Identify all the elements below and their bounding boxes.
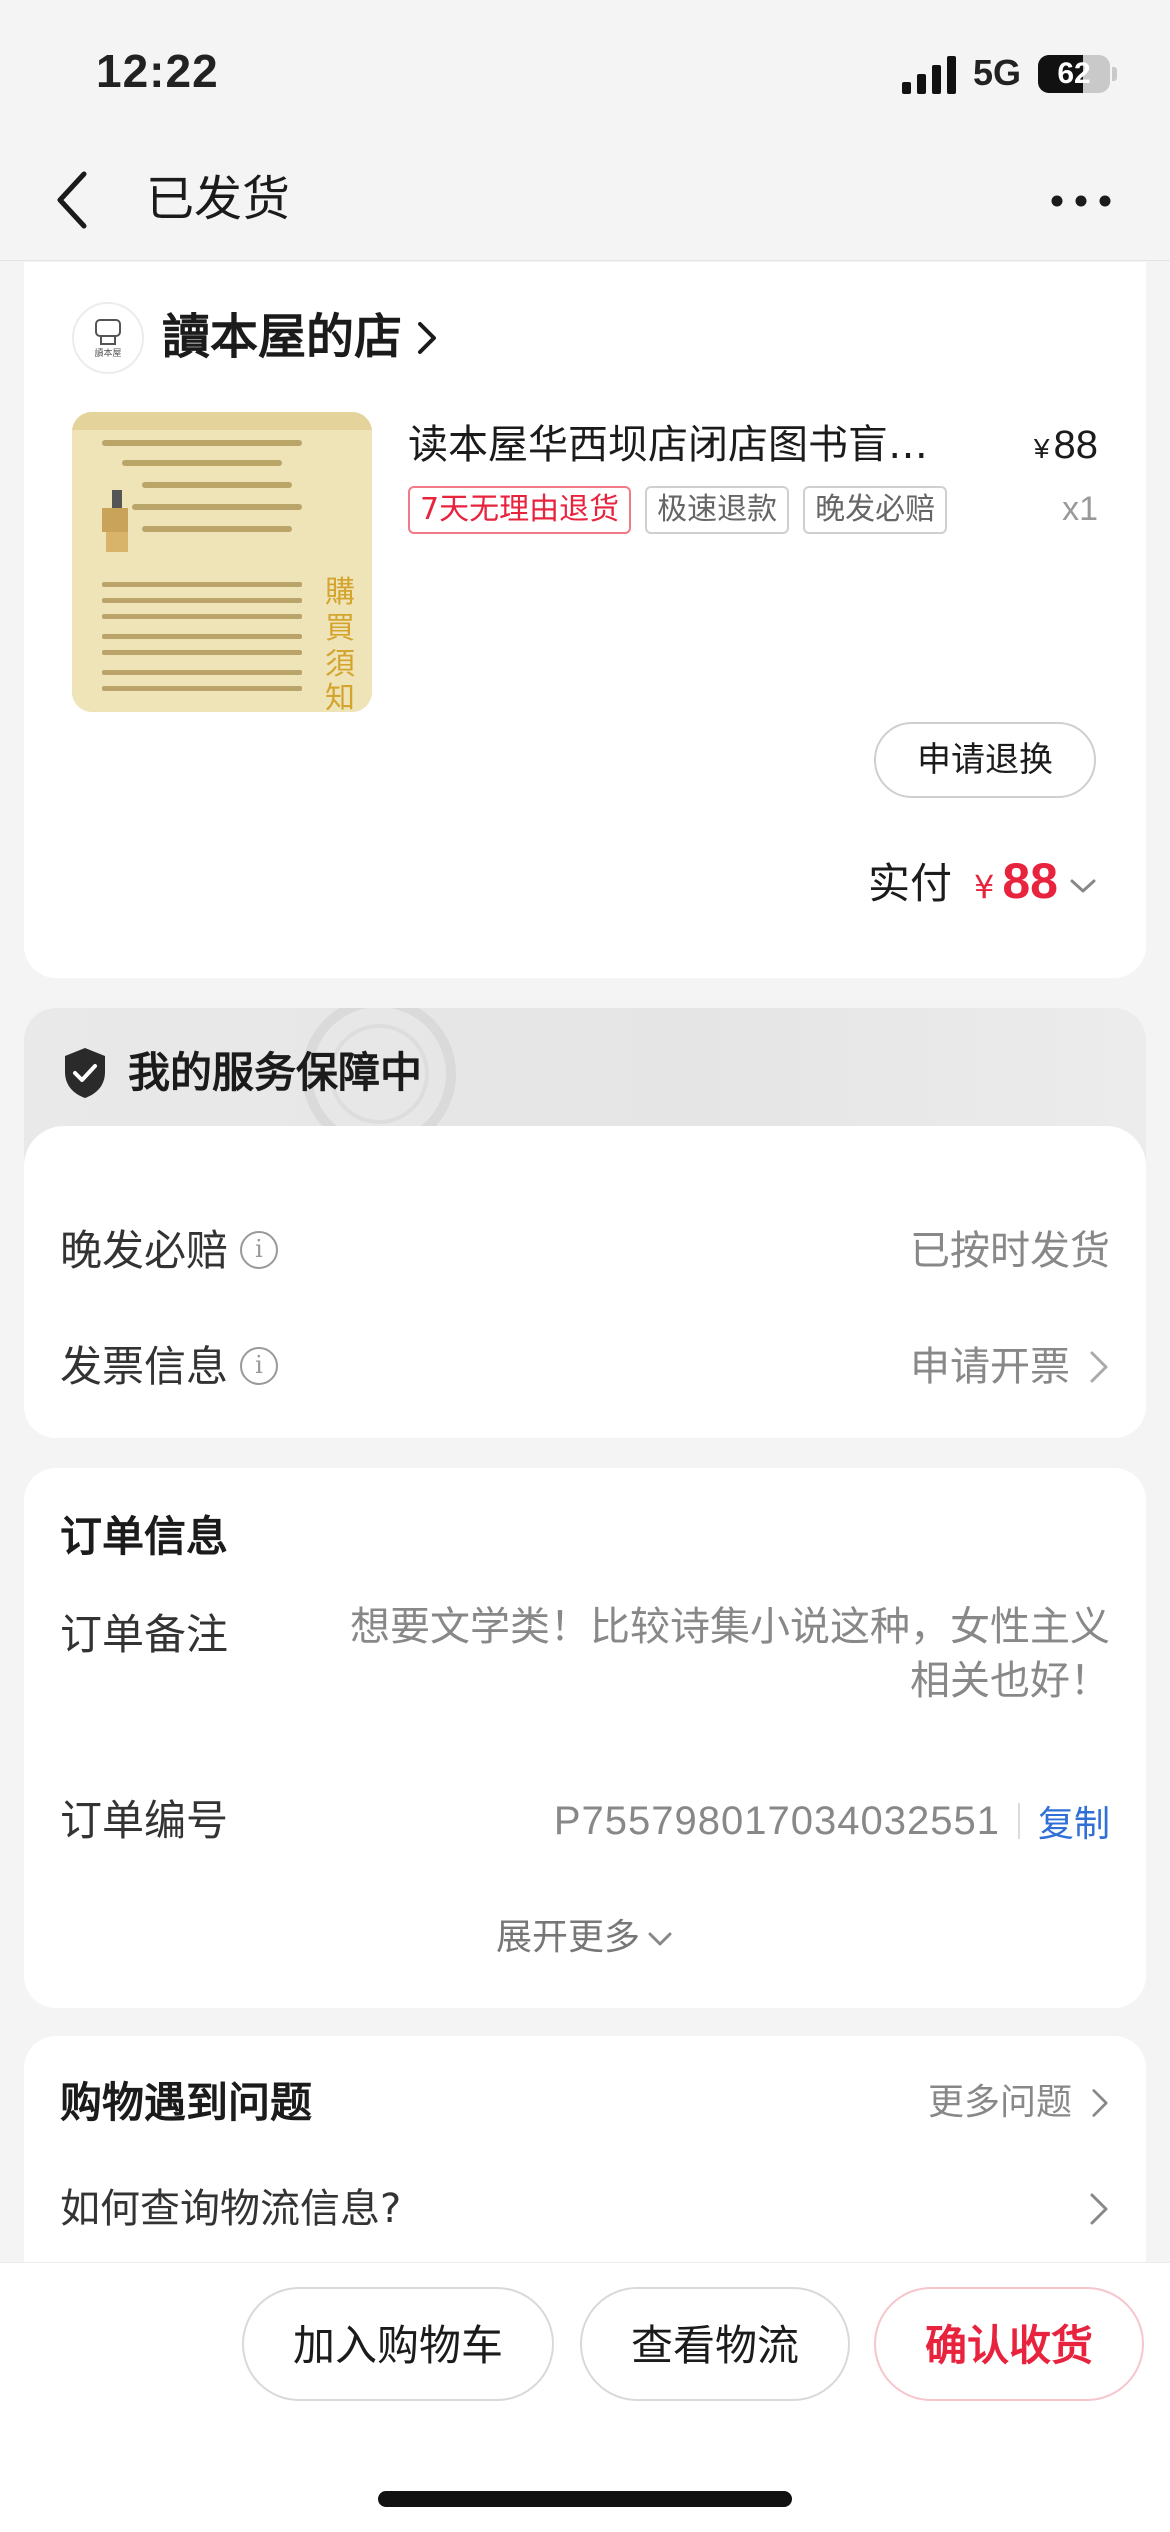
order-note-value: 想要文学类！比较诗集小说这种，女性主义相关也好！ <box>350 1604 1110 1704</box>
network-type: 5G <box>973 52 1022 93</box>
tag-late-compensation: 晚发必赔 <box>803 486 948 534</box>
order-number-row: 订单编号 P755798017034032551 复制 <box>60 1786 1110 1856</box>
row-label: 晚发必赔 i <box>60 1216 279 1286</box>
shipping-status: 已按时发货 <box>910 1228 1110 1274</box>
invoice-label: 发票信息 <box>60 1342 229 1391</box>
product-image-art: 購 買 須 知 <box>72 412 372 712</box>
divider <box>1017 1803 1020 1839</box>
chevron-right-icon <box>1092 2089 1108 2117</box>
order-note-label: 订单备注 <box>60 1610 229 1659</box>
product-image-caption: 購 <box>325 575 355 610</box>
paid-amount: 88 <box>1002 853 1058 909</box>
service-guarantee-card: 我的服务保障中 晚发必赔 i 已按时发货 发票信息 i 申请开票 <box>24 1008 1146 1438</box>
late-compensation-row[interactable]: 晚发必赔 i 已按时发货 <box>60 1216 1110 1286</box>
help-heading: 购物遇到问题 <box>60 2078 313 2127</box>
bottom-action-bar: 加入购物车 查看物流 确认收货 <box>0 2262 1170 2532</box>
help-question-item[interactable]: 如何查询物流信息? <box>60 2174 1110 2244</box>
more-questions-label: 更多问题 <box>927 2082 1072 2123</box>
tag-fast-refund: 极速退款 <box>645 486 790 534</box>
view-logistics-button[interactable]: 查看物流 <box>580 2287 850 2401</box>
svg-text:買: 買 <box>325 611 355 646</box>
price-value: 88 <box>1053 423 1099 467</box>
chevron-right-icon <box>1090 1351 1108 1383</box>
product-price: ¥88 <box>1034 414 1098 480</box>
product-tags: 7天无理由退货 极速退款 晚发必赔 <box>408 486 948 534</box>
info-icon[interactable]: i <box>240 1230 279 1269</box>
late-compensation-value: 已按时发货 <box>910 1216 1110 1286</box>
chevron-down-icon <box>1070 879 1096 893</box>
order-number-value-group: P755798017034032551 复制 <box>554 1786 1110 1856</box>
shop-logo[interactable]: 讀本屋 <box>72 302 144 374</box>
info-icon[interactable]: i <box>240 1346 279 1385</box>
chevron-left-icon[interactable] <box>48 162 118 238</box>
product-image[interactable]: 購 買 須 知 <box>72 412 372 712</box>
product-quantity: x1 <box>1062 490 1098 528</box>
price-symbol: ¥ <box>1033 433 1050 464</box>
service-title: 我的服务保障中 <box>128 1048 423 1097</box>
order-number-label: 订单编号 <box>60 1796 229 1845</box>
refund-exchange-button[interactable]: 申请退换 <box>874 722 1096 798</box>
apply-invoice-link[interactable]: 申请开票 <box>910 1332 1070 1402</box>
expand-more-button[interactable]: 展开更多 <box>24 1908 1146 1968</box>
service-body: 晚发必赔 i 已按时发货 发票信息 i 申请开票 <box>24 1126 1146 1438</box>
order-detail-page: 12:22 5G 62 已发货 讀本屋 讀本屋的店 購 買 須 知 读本屋华西坝… <box>0 0 1170 2532</box>
chevron-right-icon[interactable] <box>414 318 440 358</box>
battery-tip <box>1112 67 1117 81</box>
home-indicator[interactable] <box>378 2491 792 2507</box>
nav-bar: 已发货 <box>0 140 1170 261</box>
late-compensation-label: 晚发必赔 <box>60 1226 229 1275</box>
battery-level: 62 <box>1057 57 1091 90</box>
status-bar: 12:22 5G 62 <box>0 0 1170 140</box>
paid-amount-row[interactable]: 实付 ¥ 88 <box>868 850 1098 922</box>
shop-logo-icon: 讀本屋 <box>94 319 122 359</box>
tag-return-7days: 7天无理由退货 <box>408 486 632 534</box>
order-note-row: 订单备注 想要文学类！比较诗集小说这种，女性主义相关也好！ <box>60 1600 1110 1730</box>
page-title: 已发货 <box>146 171 291 227</box>
product-title[interactable]: 读本屋华西坝店闭店图书盲… <box>408 414 1008 476</box>
svg-text:須: 須 <box>325 647 355 682</box>
chevron-down-icon <box>648 1932 672 1946</box>
shield-icon <box>65 1048 105 1098</box>
add-to-cart-button[interactable]: 加入购物车 <box>242 2287 554 2401</box>
status-time: 12:22 <box>96 45 219 97</box>
battery-icon: 62 <box>1038 55 1110 93</box>
paid-symbol: ¥ <box>974 868 995 906</box>
row-label: 发票信息 i <box>60 1332 279 1402</box>
more-questions-link[interactable]: 更多问题 <box>928 2070 1110 2136</box>
shop-name[interactable]: 讀本屋的店 <box>162 302 402 372</box>
expand-more-label: 展开更多 <box>495 1917 640 1958</box>
copy-button[interactable]: 复制 <box>1038 1795 1110 1847</box>
order-info-card: 订单信息 订单备注 想要文学类！比较诗集小说这种，女性主义相关也好！ 订单编号 … <box>24 1468 1146 2008</box>
invoice-row[interactable]: 发票信息 i 申请开票 <box>60 1332 1110 1402</box>
paid-label: 实付 <box>868 859 953 908</box>
order-number-value: P755798017034032551 <box>553 1798 1000 1843</box>
confirm-receipt-button[interactable]: 确认收货 <box>874 2287 1144 2401</box>
invoice-value[interactable]: 申请开票 <box>910 1332 1110 1402</box>
order-info-heading: 订单信息 <box>60 1512 229 1561</box>
shop-logo-text: 讀本屋 <box>94 347 121 359</box>
chevron-right-icon <box>1090 2193 1108 2225</box>
help-question-text: 如何查询物流信息? <box>60 2186 402 2232</box>
product-card: 讀本屋 讀本屋的店 購 買 須 知 读本屋华西坝店闭店图书盲… ¥ 88 x1 … <box>24 262 1146 978</box>
svg-text:知: 知 <box>325 681 355 712</box>
signal-icon <box>902 56 956 94</box>
more-dots-icon[interactable] <box>1046 166 1116 236</box>
